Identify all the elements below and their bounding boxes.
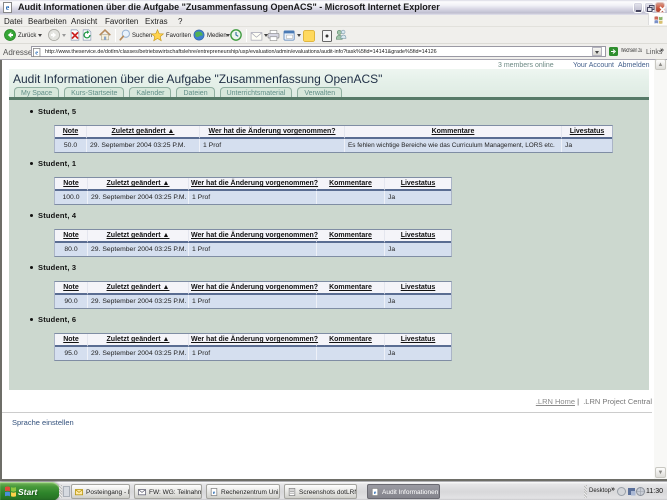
svg-text:e: e (35, 50, 38, 57)
svg-text:e: e (6, 3, 10, 12)
